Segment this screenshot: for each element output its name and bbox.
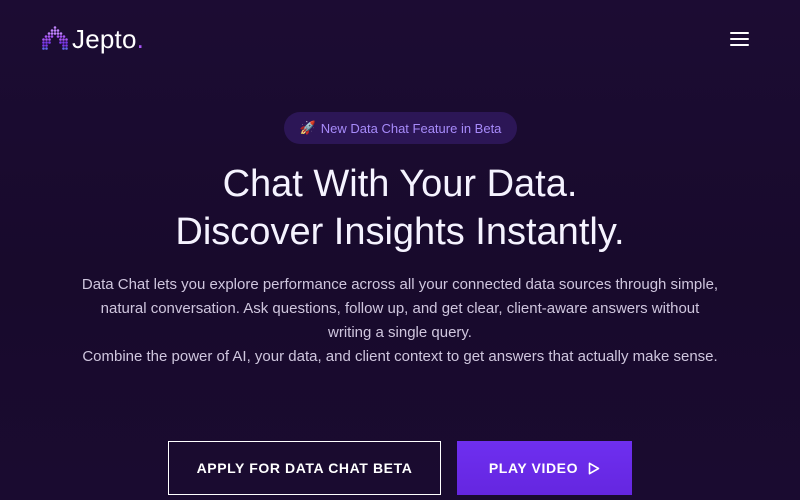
apply-beta-label: APPLY FOR DATA CHAT BETA xyxy=(196,460,413,476)
apply-beta-button[interactable]: APPLY FOR DATA CHAT BETA xyxy=(168,441,441,495)
jepto-logo-icon xyxy=(42,26,68,50)
page: Jepto. 🚀 New Data Chat Feature in Beta C… xyxy=(0,0,800,500)
description-paragraph-2: Combine the power of AI, your data, and … xyxy=(82,348,718,365)
description-paragraph-1: Data Chat lets you explore performance a… xyxy=(81,276,719,341)
hero-description: Data Chat lets you explore performance a… xyxy=(80,273,720,369)
rocket-icon: 🚀 xyxy=(299,120,316,135)
beta-feature-badge[interactable]: 🚀 New Data Chat Feature in Beta xyxy=(284,112,517,144)
play-video-label: PLAY VIDEO xyxy=(488,460,579,476)
brand-logo[interactable]: Jepto. xyxy=(41,24,144,54)
brand-dot: . xyxy=(136,24,144,54)
hero-headline: Chat With Your Data. Discover Insights I… xyxy=(0,160,800,256)
headline-line-1: Chat With Your Data. xyxy=(222,163,578,205)
brand-name: Jepto xyxy=(72,24,137,54)
top-navigation: Jepto. xyxy=(0,0,800,80)
badge-text: New Data Chat Feature in Beta xyxy=(320,120,502,136)
hamburger-menu-icon[interactable] xyxy=(729,30,751,48)
play-video-button[interactable]: PLAY VIDEO xyxy=(457,441,632,495)
headline-line-2: Discover Insights Instantly. xyxy=(175,211,625,253)
play-icon xyxy=(588,462,600,474)
